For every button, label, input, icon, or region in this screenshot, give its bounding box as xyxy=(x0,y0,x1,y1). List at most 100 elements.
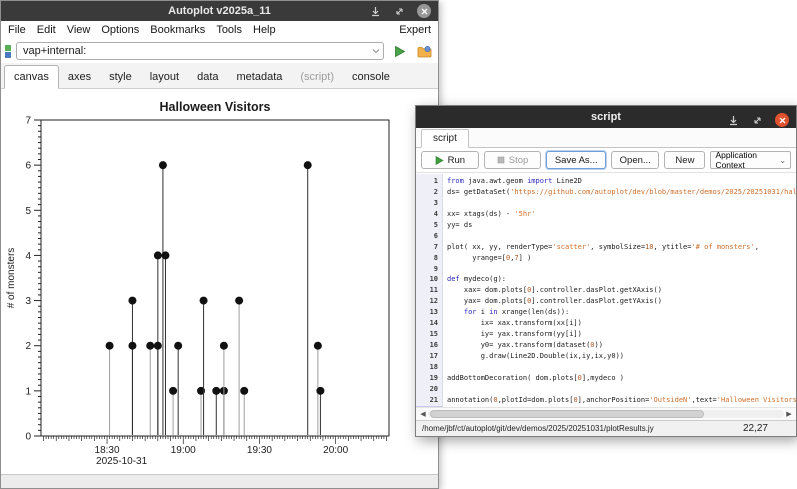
desktop: Autoplot v2025a_11 File Edit View Options Bo… xyxy=(0,0,797,489)
line-number: 4 xyxy=(416,209,443,220)
code-line[interactable]: 7plot( xx, yy, renderType='scatter', sym… xyxy=(416,242,796,253)
new-button[interactable]: New xyxy=(664,151,705,169)
tab-style[interactable]: style xyxy=(100,66,141,88)
minimize-icon[interactable] xyxy=(369,5,382,18)
code-line[interactable]: 2 ds= getDataSet('https://github.com/auto… xyxy=(416,187,796,198)
plot-canvas[interactable]: Halloween Visitors01234567# of monsters1… xyxy=(1,89,438,475)
code-text: ix= xax.transform(xx[i]) xyxy=(447,318,796,329)
stop-button[interactable]: Stop xyxy=(484,151,542,169)
data-point xyxy=(220,342,228,350)
menu-bookmarks[interactable]: Bookmarks xyxy=(150,24,205,36)
data-point xyxy=(154,251,162,259)
line-number: 2 xyxy=(416,187,443,198)
menu-help[interactable]: Help xyxy=(253,24,276,36)
line-number: 10 xyxy=(416,274,443,285)
code-line[interactable]: 1from java.awt.geom import Line2D xyxy=(416,176,796,187)
code-line[interactable]: 16 y0= yax.transform(dataset(0)) xyxy=(416,340,796,351)
code-line[interactable]: 3 xyxy=(416,198,796,209)
code-text: plot( xx, yy, renderType='scatter', symb… xyxy=(447,242,796,253)
svg-text:1: 1 xyxy=(25,386,31,397)
code-text: from java.awt.geom import Line2D xyxy=(447,176,796,187)
line-number: 16 xyxy=(416,340,443,351)
code-editor[interactable]: 1from java.awt.geom import Line2D2 ds= ge… xyxy=(416,174,796,407)
tab-bar: canvasaxesstylelayoutdatametadata(script… xyxy=(1,63,438,89)
code-line[interactable]: 13 for i in xrange(len(ds)): xyxy=(416,307,796,318)
code-line[interactable]: 6 xyxy=(416,231,796,242)
tab-axes[interactable]: axes xyxy=(59,66,100,88)
code-text: yrange=[0,7] ) xyxy=(447,253,796,264)
svg-text:5: 5 xyxy=(25,206,31,217)
scrollbar-track[interactable] xyxy=(428,410,784,418)
menu-tools[interactable]: Tools xyxy=(216,24,242,36)
tab-layout[interactable]: layout xyxy=(141,66,188,88)
save-as-button[interactable]: Save As... xyxy=(546,151,606,169)
application-context-select[interactable]: Application Context ⌄ xyxy=(710,151,791,169)
code-line[interactable]: 8 yrange=[0,7] ) xyxy=(416,253,796,264)
close-icon[interactable] xyxy=(775,113,789,127)
menu-file[interactable]: File xyxy=(8,24,26,36)
code-line[interactable]: 18 xyxy=(416,362,796,373)
data-point xyxy=(174,342,182,350)
restore-icon[interactable] xyxy=(393,5,406,18)
data-point xyxy=(128,297,136,305)
line-number: 21 xyxy=(416,395,443,406)
data-point xyxy=(240,387,248,395)
restore-icon[interactable] xyxy=(751,114,764,127)
code-text: annotation(0,plotId=dom.plots[0],anchorP… xyxy=(447,395,796,406)
code-line[interactable]: 11 xax= dom.plots[0].controller.dasPlot.… xyxy=(416,285,796,296)
data-point xyxy=(314,342,322,350)
code-line[interactable]: 17 g.draw(Line2D.Double(ix,iy,ix,y0)) xyxy=(416,351,796,362)
tab-script[interactable]: (script) xyxy=(291,66,343,88)
line-number: 14 xyxy=(416,318,443,329)
code-line[interactable]: 4xx= xtags(ds) - '5hr' xyxy=(416,209,796,220)
menu-options[interactable]: Options xyxy=(101,24,139,36)
code-line[interactable]: 12 yax= dom.plots[0].controller.dasPlot.… xyxy=(416,296,796,307)
tab-console[interactable]: console xyxy=(343,66,399,88)
script-titlebar[interactable]: script xyxy=(416,106,796,128)
close-icon[interactable] xyxy=(417,4,431,18)
chevron-down-icon[interactable] xyxy=(372,46,380,58)
tab-canvas[interactable]: canvas xyxy=(4,65,59,89)
expert-label[interactable]: Expert xyxy=(399,24,431,36)
uri-value: vap+internal: xyxy=(23,45,86,57)
open-button[interactable]: Open... xyxy=(611,151,659,169)
code-line[interactable]: 20 xyxy=(416,384,796,395)
scroll-right-arrow[interactable]: ▶ xyxy=(784,410,794,418)
code-text: iy= yax.transform(yy[i]) xyxy=(447,329,796,340)
script-tab-bar: script xyxy=(416,128,796,148)
main-titlebar[interactable]: Autoplot v2025a_11 xyxy=(1,1,438,21)
menu-edit[interactable]: Edit xyxy=(37,24,56,36)
code-line[interactable]: 9 xyxy=(416,264,796,275)
scrollbar-thumb[interactable] xyxy=(430,410,704,418)
svg-text:6: 6 xyxy=(25,161,31,172)
datasource-icon[interactable] xyxy=(5,45,11,58)
run-button[interactable]: Run xyxy=(421,151,479,169)
code-line[interactable]: 14 ix= xax.transform(xx[i]) xyxy=(416,318,796,329)
tab-data[interactable]: data xyxy=(188,66,227,88)
horizontal-scrollbar[interactable]: ◀ ▶ xyxy=(416,407,796,420)
scroll-left-arrow[interactable]: ◀ xyxy=(418,410,428,418)
line-number: 11 xyxy=(416,285,443,296)
uri-bar: vap+internal: xyxy=(1,39,438,63)
go-play-button[interactable] xyxy=(389,41,409,61)
code-text: yax= dom.plots[0].controller.dasPlot.get… xyxy=(447,296,796,307)
code-line[interactable]: 5yy= ds xyxy=(416,220,796,231)
svg-text:0: 0 xyxy=(25,432,31,443)
code-line[interactable]: 10def mydeco(g): xyxy=(416,274,796,285)
inspect-folder-button[interactable] xyxy=(414,41,434,61)
code-line[interactable]: 19addBottomDecoration( dom.plots[0],myde… xyxy=(416,373,796,384)
svg-text:3: 3 xyxy=(25,296,31,307)
uri-input[interactable]: vap+internal: xyxy=(16,42,384,60)
plot-title: Halloween Visitors xyxy=(160,100,271,114)
line-number: 17 xyxy=(416,351,443,362)
code-line[interactable]: 21 annotation(0,plotId=dom.plots[0],ancho… xyxy=(416,395,796,406)
code-text: xax= dom.plots[0].controller.dasPlot.get… xyxy=(447,285,796,296)
tab-metadata[interactable]: metadata xyxy=(228,66,292,88)
minimize-icon[interactable] xyxy=(727,114,740,127)
line-number: 20 xyxy=(416,384,443,395)
code-text: g.draw(Line2D.Double(ix,iy,ix,y0)) xyxy=(447,351,796,362)
tab-script[interactable]: script xyxy=(421,129,469,148)
menu-view[interactable]: View xyxy=(67,24,91,36)
code-line[interactable]: 15 iy= yax.transform(yy[i]) xyxy=(416,329,796,340)
code-text: ds= getDataSet('https://github.com/autop… xyxy=(447,187,796,198)
